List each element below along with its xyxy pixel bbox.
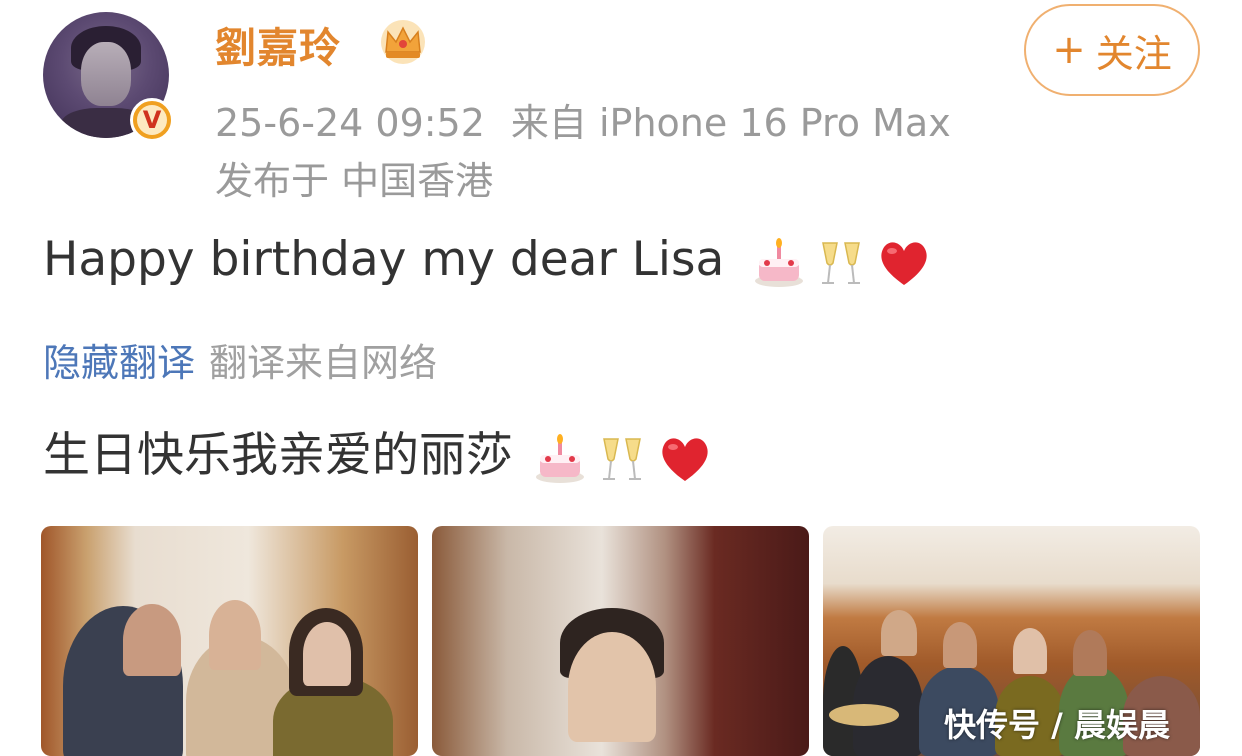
avatar-face xyxy=(81,42,131,106)
cake-icon xyxy=(755,237,804,287)
crown-icon xyxy=(381,20,425,64)
person-face xyxy=(568,632,656,742)
translation-row: 隐藏翻译 翻译来自网络 xyxy=(43,332,437,387)
emoji-row-translated xyxy=(532,431,714,487)
follow-label: 关注 xyxy=(1095,31,1172,76)
person-face xyxy=(209,600,261,670)
person-face xyxy=(123,604,181,676)
post-location: 发布于 中国香港 xyxy=(215,159,494,203)
watermark: 快传号 / 晨娱晨 xyxy=(944,706,1170,744)
translation-source: 翻译来自网络 xyxy=(209,341,438,385)
username[interactable]: 劉嘉玲 xyxy=(215,14,341,74)
cake-icon xyxy=(535,433,584,483)
hat xyxy=(829,704,899,726)
post-meta-time: 25-6-24 09:52 来自 iPhone 16 Pro Max xyxy=(215,92,951,147)
emoji-row xyxy=(751,235,933,291)
heart-icon xyxy=(881,241,927,285)
photo-2[interactable] xyxy=(432,526,809,756)
person-face xyxy=(303,622,351,686)
translated-text-content: 生日快乐我亲爱的丽莎 xyxy=(43,428,513,483)
champagne-icon xyxy=(822,241,861,284)
verified-v-mark: V xyxy=(137,105,167,135)
post-time: 25-6-24 09:52 xyxy=(215,101,485,145)
heart-icon xyxy=(662,437,708,481)
person-face xyxy=(1073,630,1107,676)
plus-icon: + xyxy=(1052,27,1086,73)
hide-translation-link[interactable]: 隐藏翻译 xyxy=(43,341,195,385)
follow-button[interactable]: + 关注 xyxy=(1024,4,1200,96)
post-source: 来自 iPhone 16 Pro Max xyxy=(510,101,951,145)
champagne-icon xyxy=(602,437,641,480)
translated-text: 生日快乐我亲爱的丽莎 xyxy=(43,416,714,487)
photo-1[interactable] xyxy=(41,526,418,756)
person-face xyxy=(1013,628,1047,674)
person-face xyxy=(881,610,917,656)
verified-badge-icon: V xyxy=(130,98,174,142)
post-text: Happy birthday my dear Lisa xyxy=(43,232,933,291)
post-text-content: Happy birthday my dear Lisa xyxy=(43,232,725,287)
person-face xyxy=(943,622,977,668)
